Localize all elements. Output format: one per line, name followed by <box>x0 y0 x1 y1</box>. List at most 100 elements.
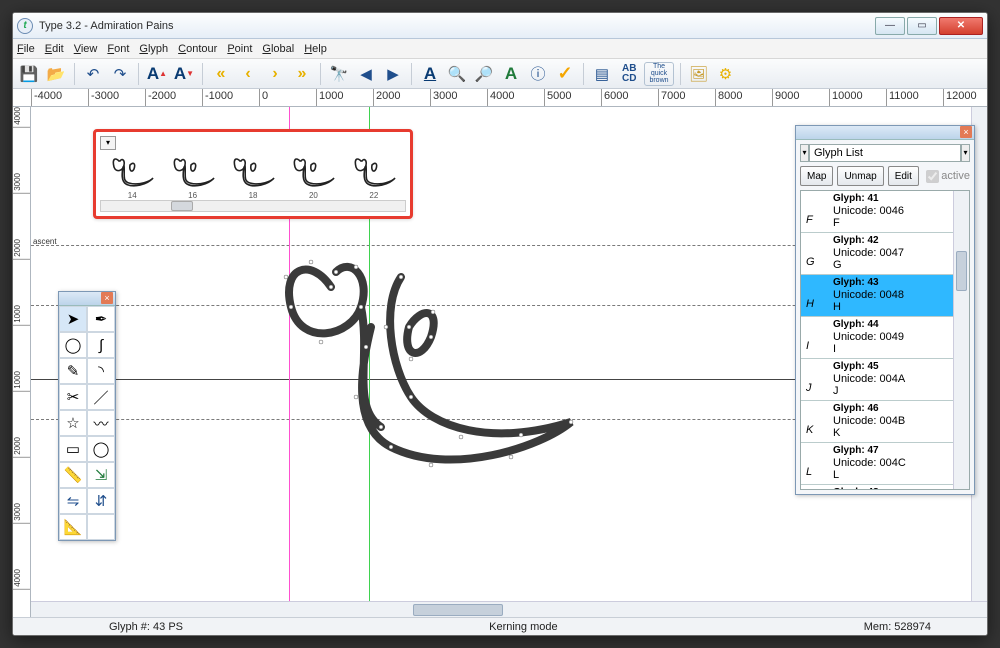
glyph-list-item[interactable]: JGlyph: 45Unicode: 004AJ <box>801 359 969 401</box>
close-button[interactable]: ✕ <box>939 17 983 35</box>
nav-prev-icon[interactable]: ‹ <box>236 62 260 86</box>
tool-measure[interactable]: 📐 <box>59 514 87 540</box>
map-button[interactable]: Map <box>800 166 833 186</box>
menu-glyph[interactable]: Glyph <box>139 43 168 55</box>
tool-ellipse[interactable]: ◯ <box>87 436 115 462</box>
ruler-tick: -1000 <box>202 89 233 107</box>
glyph-list-item[interactable]: KGlyph: 46Unicode: 004BK <box>801 401 969 443</box>
glyph-info: Glyph: 45Unicode: 004AJ <box>831 359 969 400</box>
tool-flip-h[interactable]: ⇋ <box>59 488 87 514</box>
glyph-list-item[interactable]: MGlyph: 48 <box>801 485 969 490</box>
unmap-button[interactable]: Unmap <box>837 166 883 186</box>
tool-pointer[interactable]: ➤ <box>59 306 87 332</box>
tool-flip-v[interactable]: ⇵ <box>87 488 115 514</box>
preview-dropdown[interactable]: ▾ <box>100 136 116 150</box>
menu-view[interactable]: View <box>74 43 98 55</box>
tool-align[interactable]: ⇲ <box>87 462 115 488</box>
edit-button[interactable]: Edit <box>888 166 919 186</box>
tool-node[interactable]: ✎ <box>59 358 87 384</box>
browse-next-icon[interactable]: ▶ <box>381 62 405 86</box>
tool-knife[interactable]: ✂ <box>59 384 87 410</box>
glyph-list-scroll-thumb[interactable] <box>956 251 967 291</box>
glyph-outline[interactable] <box>261 247 611 527</box>
abcd-icon[interactable]: ABCD <box>617 62 641 86</box>
menu-help[interactable]: Help <box>304 43 327 55</box>
glyph-list-scrollbar[interactable] <box>953 191 969 489</box>
menu-global[interactable]: Global <box>262 43 294 55</box>
glyph-list-dropdown-toggle[interactable]: ▾ <box>800 144 809 162</box>
tools-panel: × ➤ ✒ ◯ ∫ ✎ ◝ ✂ ／ ☆ 〰 ▭ ◯ 📏 ⇲ ⇋ ⇵ 📐 <box>58 291 116 541</box>
check-icon[interactable]: ✓ <box>553 62 577 86</box>
tool-freehand[interactable]: 〰 <box>87 410 115 436</box>
glyph-list-dropdown-arrow[interactable]: ▾ <box>961 144 970 162</box>
glyph-thumb: I <box>801 317 831 358</box>
canvas-hscrollbar[interactable] <box>31 601 987 617</box>
ruler-tick: 4000 <box>487 89 514 107</box>
eye-a-icon[interactable]: A <box>499 62 523 86</box>
binoculars-icon[interactable]: 🔭 <box>327 62 351 86</box>
menu-edit[interactable]: Edit <box>45 43 64 55</box>
menu-contour[interactable]: Contour <box>178 43 217 55</box>
ruler-vtick: 1000 <box>13 371 31 392</box>
preview-glyph[interactable]: 14 <box>102 153 162 200</box>
ruler-tick: 11000 <box>886 89 919 107</box>
menu-point[interactable]: Point <box>227 43 252 55</box>
ruler-tick: 1000 <box>316 89 343 107</box>
menu-file[interactable]: File <box>17 43 35 55</box>
preview-glyph[interactable]: 16 <box>162 153 222 200</box>
glyph-info: Glyph: 43Unicode: 0048H <box>831 275 969 316</box>
active-checkbox[interactable]: active <box>926 170 970 183</box>
glyph-panel-header[interactable]: × <box>796 126 974 140</box>
statusbar: Glyph #: 43 PS Kerning mode Mem: 528974 <box>13 617 987 635</box>
preview-glyph[interactable]: 22 <box>344 153 404 200</box>
tool-curve[interactable]: ∫ <box>87 332 115 358</box>
glyph-list-item[interactable]: FGlyph: 41Unicode: 0046F <box>801 191 969 233</box>
glyph-list-item[interactable]: H Glyph: 43Unicode: 0048H <box>801 275 969 317</box>
preview-scrollbar[interactable] <box>100 200 406 212</box>
font-big-a-up-icon[interactable]: A▲ <box>145 62 169 86</box>
tool-contour[interactable]: ◯ <box>59 332 87 358</box>
settings-icon[interactable]: ⚙ <box>714 62 738 86</box>
glyph-list-item[interactable]: GGlyph: 42Unicode: 0047G <box>801 233 969 275</box>
menu-font[interactable]: Font <box>107 43 129 55</box>
quick-brown-icon[interactable]: Thequickbrown <box>644 62 673 86</box>
minimize-button[interactable]: — <box>875 17 905 35</box>
preview-glyph[interactable]: 18 <box>223 153 283 200</box>
nav-last-icon[interactable]: » <box>290 62 314 86</box>
glyph-list-item[interactable]: IGlyph: 44Unicode: 0049I <box>801 317 969 359</box>
preview-glyph[interactable]: 20 <box>283 153 343 200</box>
browse-prev-icon[interactable]: ◀ <box>354 62 378 86</box>
svg-text:L: L <box>806 466 812 478</box>
redo-icon[interactable]: ↷ <box>108 62 132 86</box>
app-window: t Type 3.2 - Admiration Pains — ▭ ✕ File… <box>12 12 988 636</box>
preview-size-label: 22 <box>369 191 378 200</box>
preview-scroll-thumb[interactable] <box>171 201 193 211</box>
undo-icon[interactable]: ↶ <box>81 62 105 86</box>
save-icon[interactable]: 💾 <box>17 62 41 86</box>
ruler-vtick: 4000 <box>13 569 31 590</box>
font-big-a-down-icon[interactable]: A▼ <box>172 62 196 86</box>
nav-first-icon[interactable]: « <box>209 62 233 86</box>
hscrollbar-thumb[interactable] <box>413 604 503 616</box>
svg-text:H: H <box>806 298 814 310</box>
glyph-list-item[interactable]: LGlyph: 47Unicode: 004CL <box>801 443 969 485</box>
tools-close-icon[interactable]: × <box>101 292 113 304</box>
info-icon[interactable]: ⓘ <box>526 62 550 86</box>
nav-next-icon[interactable]: › <box>263 62 287 86</box>
tool-star[interactable]: ☆ <box>59 410 87 436</box>
zoom-in-icon[interactable]: 🔍 <box>445 62 469 86</box>
tool-ruler[interactable]: 📏 <box>59 462 87 488</box>
glyph-a-icon[interactable]: A <box>418 62 442 86</box>
glyph-panel-close-icon[interactable]: × <box>960 126 972 138</box>
tool-line[interactable]: ／ <box>87 384 115 410</box>
maximize-button[interactable]: ▭ <box>907 17 937 35</box>
tool-rect[interactable]: ▭ <box>59 436 87 462</box>
glyph-list-combo[interactable] <box>809 144 961 162</box>
list-icon[interactable]: ▤ <box>590 62 614 86</box>
zoom-out-icon[interactable]: 🔎 <box>472 62 496 86</box>
tool-arc[interactable]: ◝ <box>87 358 115 384</box>
image-icon[interactable]: 🖼 <box>687 62 711 86</box>
open-icon[interactable]: 📂 <box>44 62 68 86</box>
tool-pen[interactable]: ✒ <box>87 306 115 332</box>
tools-panel-header[interactable]: × <box>59 292 115 306</box>
